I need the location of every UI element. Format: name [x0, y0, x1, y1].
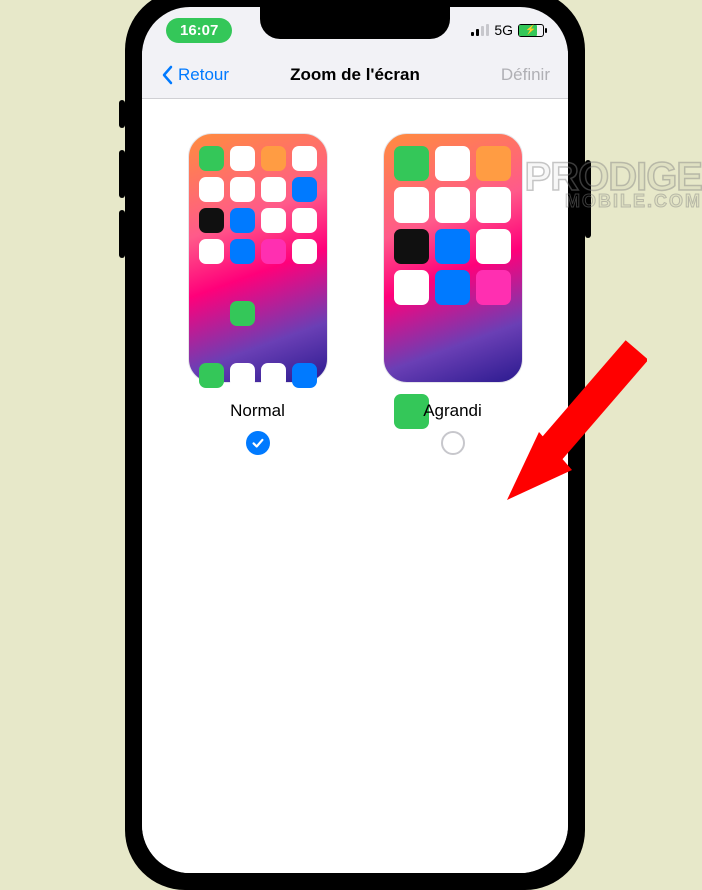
content: Normal Agrandi — [142, 99, 568, 873]
app-icon — [292, 363, 317, 388]
app-icon — [199, 239, 224, 264]
preview-normal — [188, 133, 328, 383]
app-icon — [230, 208, 255, 233]
screen: 16:07 5G ⚡ Retour Zoom de l'écran Défini… — [142, 7, 568, 873]
signal-icon — [471, 24, 489, 36]
app-icon — [199, 146, 224, 171]
app-icon — [394, 187, 429, 222]
app-icon — [199, 177, 224, 202]
app-icon — [394, 146, 429, 181]
app-icon — [292, 208, 317, 233]
option-zoomed[interactable]: Agrandi — [383, 133, 523, 455]
app-icon — [261, 177, 286, 202]
define-button[interactable]: Définir — [501, 65, 550, 85]
app-icon — [476, 229, 511, 264]
chevron-left-icon — [160, 65, 174, 85]
app-icon — [476, 270, 511, 305]
back-label: Retour — [178, 65, 229, 85]
app-icon — [435, 187, 470, 222]
volume-up-button — [119, 150, 125, 198]
preview-zoomed — [383, 133, 523, 383]
app-icon — [394, 229, 429, 264]
app-icon — [292, 177, 317, 202]
app-icon — [292, 239, 317, 264]
app-icon — [230, 363, 255, 388]
app-icon — [261, 146, 286, 171]
app-icon — [476, 187, 511, 222]
phone-frame: 16:07 5G ⚡ Retour Zoom de l'écran Défini… — [125, 0, 585, 890]
app-icon — [261, 208, 286, 233]
app-icon — [199, 208, 224, 233]
app-icon — [394, 270, 429, 305]
app-icon — [261, 239, 286, 264]
volume-down-button — [119, 210, 125, 258]
network-label: 5G — [494, 22, 513, 38]
battery-icon: ⚡ — [518, 24, 544, 37]
nav-bar: Retour Zoom de l'écran Définir — [142, 51, 568, 99]
app-icon — [292, 146, 317, 171]
app-icon — [199, 363, 224, 388]
option-normal-label: Normal — [230, 401, 285, 421]
app-icon — [261, 363, 286, 388]
mute-switch — [119, 100, 125, 128]
back-button[interactable]: Retour — [160, 65, 229, 85]
app-icon — [435, 146, 470, 181]
app-icon — [230, 301, 255, 326]
app-icon — [230, 146, 255, 171]
checkmark-icon — [251, 436, 265, 450]
time-pill[interactable]: 16:07 — [166, 18, 232, 43]
app-icon — [435, 229, 470, 264]
option-normal[interactable]: Normal — [188, 133, 328, 455]
page-title: Zoom de l'écran — [290, 65, 420, 85]
side-button — [585, 160, 591, 238]
radio-zoomed-unselected[interactable] — [441, 431, 465, 455]
radio-normal-selected[interactable] — [246, 431, 270, 455]
option-zoomed-label: Agrandi — [423, 401, 482, 421]
notch — [260, 7, 450, 39]
app-icon — [476, 146, 511, 181]
app-icon — [230, 239, 255, 264]
app-icon — [230, 177, 255, 202]
app-icon — [435, 270, 470, 305]
